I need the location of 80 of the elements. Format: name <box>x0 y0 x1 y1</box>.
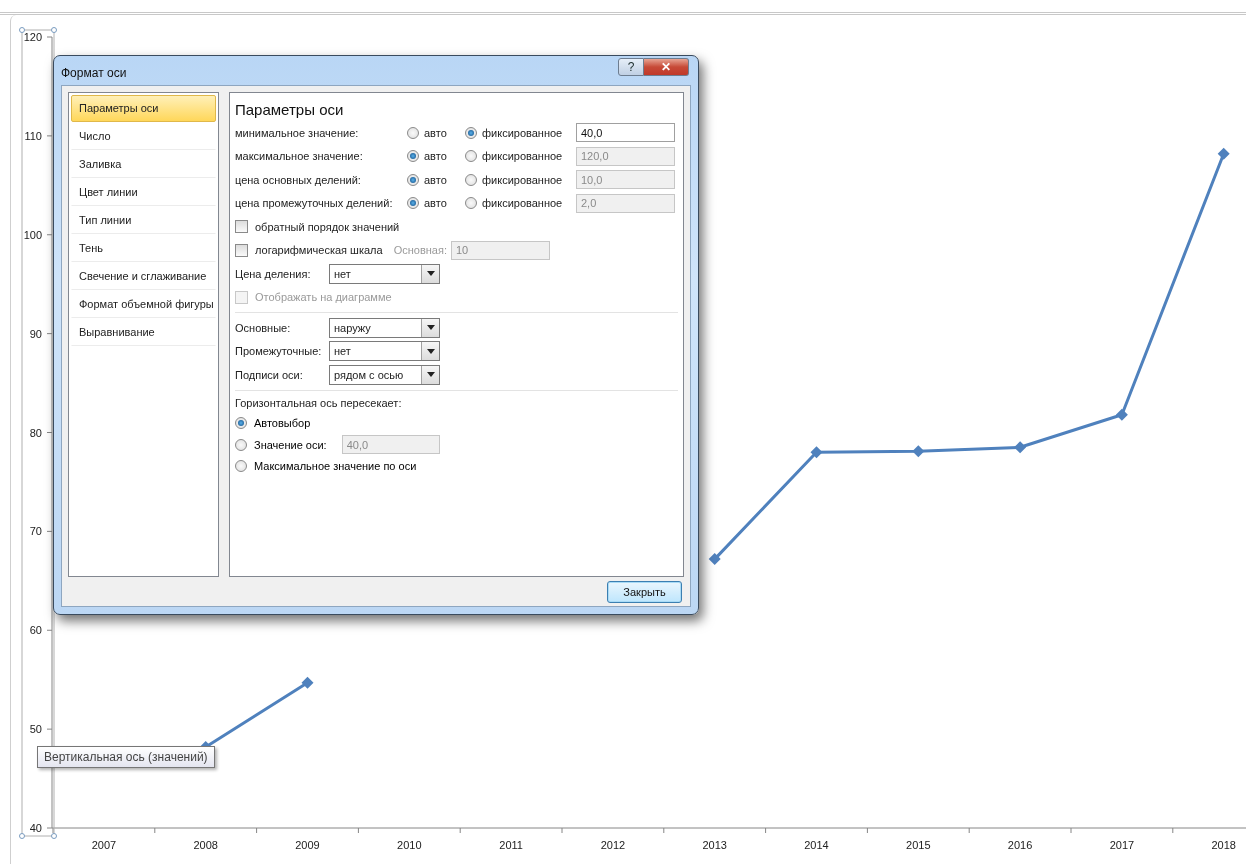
x-tick-label: 2009 <box>295 839 320 851</box>
caret-icon <box>421 318 439 337</box>
x-tick-label: 2015 <box>906 839 931 851</box>
x-tick-label: 2016 <box>1007 839 1033 851</box>
x-tick-label: 2017 <box>1109 839 1135 851</box>
option-label[interactable]: авто <box>424 126 447 139</box>
dropdown[interactable]: нет <box>329 263 440 284</box>
radio-button[interactable] <box>465 126 477 139</box>
checkbox[interactable] <box>235 220 248 234</box>
data-point-marker <box>301 676 314 689</box>
checkbox-label[interactable]: логарифмическая шкала <box>255 244 383 257</box>
window-title: Формат оси <box>61 66 127 80</box>
category-item[interactable]: Формат объемной фигуры <box>71 291 216 318</box>
help-button[interactable]: ? <box>618 58 644 76</box>
caret-icon <box>421 365 439 384</box>
dropdown-value: рядом с осью <box>333 368 405 381</box>
data-point-marker <box>810 446 823 459</box>
field-label: Основные: <box>235 321 292 334</box>
x-tick-label: 2014 <box>804 839 829 851</box>
section-heading: Параметры оси <box>235 101 345 118</box>
option-label[interactable]: Значение оси: <box>254 438 327 451</box>
category-item[interactable]: Число <box>71 123 216 150</box>
field-label: Основная: <box>393 244 447 257</box>
category-item[interactable]: Параметры оси <box>71 95 216 122</box>
radio-button[interactable] <box>235 460 247 473</box>
close-button[interactable]: ✕ <box>644 58 689 76</box>
radio-button[interactable] <box>235 438 247 451</box>
y-tick-label: 60 <box>29 624 42 637</box>
y-tick-label: 50 <box>29 723 42 736</box>
option-label[interactable]: Максимальное значение по оси <box>254 460 417 473</box>
field-label: минимальное значение: <box>235 126 360 139</box>
input-field[interactable]: 40,0 <box>576 123 675 143</box>
field-label: Подписи оси: <box>235 368 304 381</box>
field-label: цена основных делений: <box>235 173 362 186</box>
y-tick-label: 80 <box>29 426 42 439</box>
dropdown[interactable]: нет <box>329 341 440 362</box>
category-item[interactable]: Тень <box>71 235 216 262</box>
dropdown[interactable]: рядом с осью <box>329 364 440 385</box>
category-item[interactable]: Свечение и сглаживание <box>71 263 216 290</box>
option-label[interactable]: Автовыбор <box>254 417 311 430</box>
field-label: цена промежуточных делений: <box>235 197 394 210</box>
data-point-marker <box>912 445 925 458</box>
x-tick-label: 2012 <box>600 839 626 851</box>
y-tick-label: 90 <box>29 327 42 340</box>
dropdown-value: нет <box>333 267 352 280</box>
y-tick-label: 70 <box>29 525 42 538</box>
data-point-marker <box>708 553 721 566</box>
y-tick-label: 40 <box>29 822 42 834</box>
field-label: максимальное значение: <box>235 150 364 163</box>
group-label: Горизонтальная ось пересекает: <box>235 395 403 411</box>
data-point-marker <box>1217 147 1230 160</box>
tooltip: Вертикальная ось (значений) <box>37 746 215 768</box>
y-tick-label: 110 <box>24 129 42 142</box>
caret-icon <box>421 264 439 283</box>
category-item[interactable]: Тип линии <box>71 207 216 234</box>
data-point-marker <box>1014 441 1027 454</box>
x-tick-label: 2010 <box>397 839 422 851</box>
dropdown-value: наружу <box>333 321 372 334</box>
checkbox[interactable] <box>235 243 248 257</box>
x-tick-label: 2007 <box>91 839 117 851</box>
dropdown-value: нет <box>333 345 352 358</box>
x-tick-label: 2008 <box>193 839 218 851</box>
category-item[interactable]: Выравнивание <box>71 319 216 346</box>
category-item[interactable]: Заливка <box>71 151 216 178</box>
caret-icon <box>421 342 439 361</box>
y-tick-label: 120 <box>23 31 42 43</box>
field-label: Промежуточные: <box>235 345 323 358</box>
radio-button[interactable] <box>235 417 247 430</box>
x-tick-label: 2011 <box>499 839 523 851</box>
category-item[interactable]: Цвет линии <box>71 179 216 206</box>
close-dialog-button[interactable]: Закрыть <box>607 581 682 603</box>
field-label: Цена деления: <box>235 267 312 280</box>
option-label[interactable]: фиксированное <box>482 126 563 139</box>
data-point-marker <box>1115 408 1128 421</box>
x-tick-label: 2018 <box>1211 839 1236 851</box>
dropdown[interactable]: наружу <box>329 317 440 338</box>
y-tick-label: 100 <box>23 228 42 241</box>
checkbox-label[interactable]: обратный порядок значений <box>255 220 400 233</box>
radio-button[interactable] <box>407 126 419 139</box>
x-tick-label: 2013 <box>702 839 727 851</box>
